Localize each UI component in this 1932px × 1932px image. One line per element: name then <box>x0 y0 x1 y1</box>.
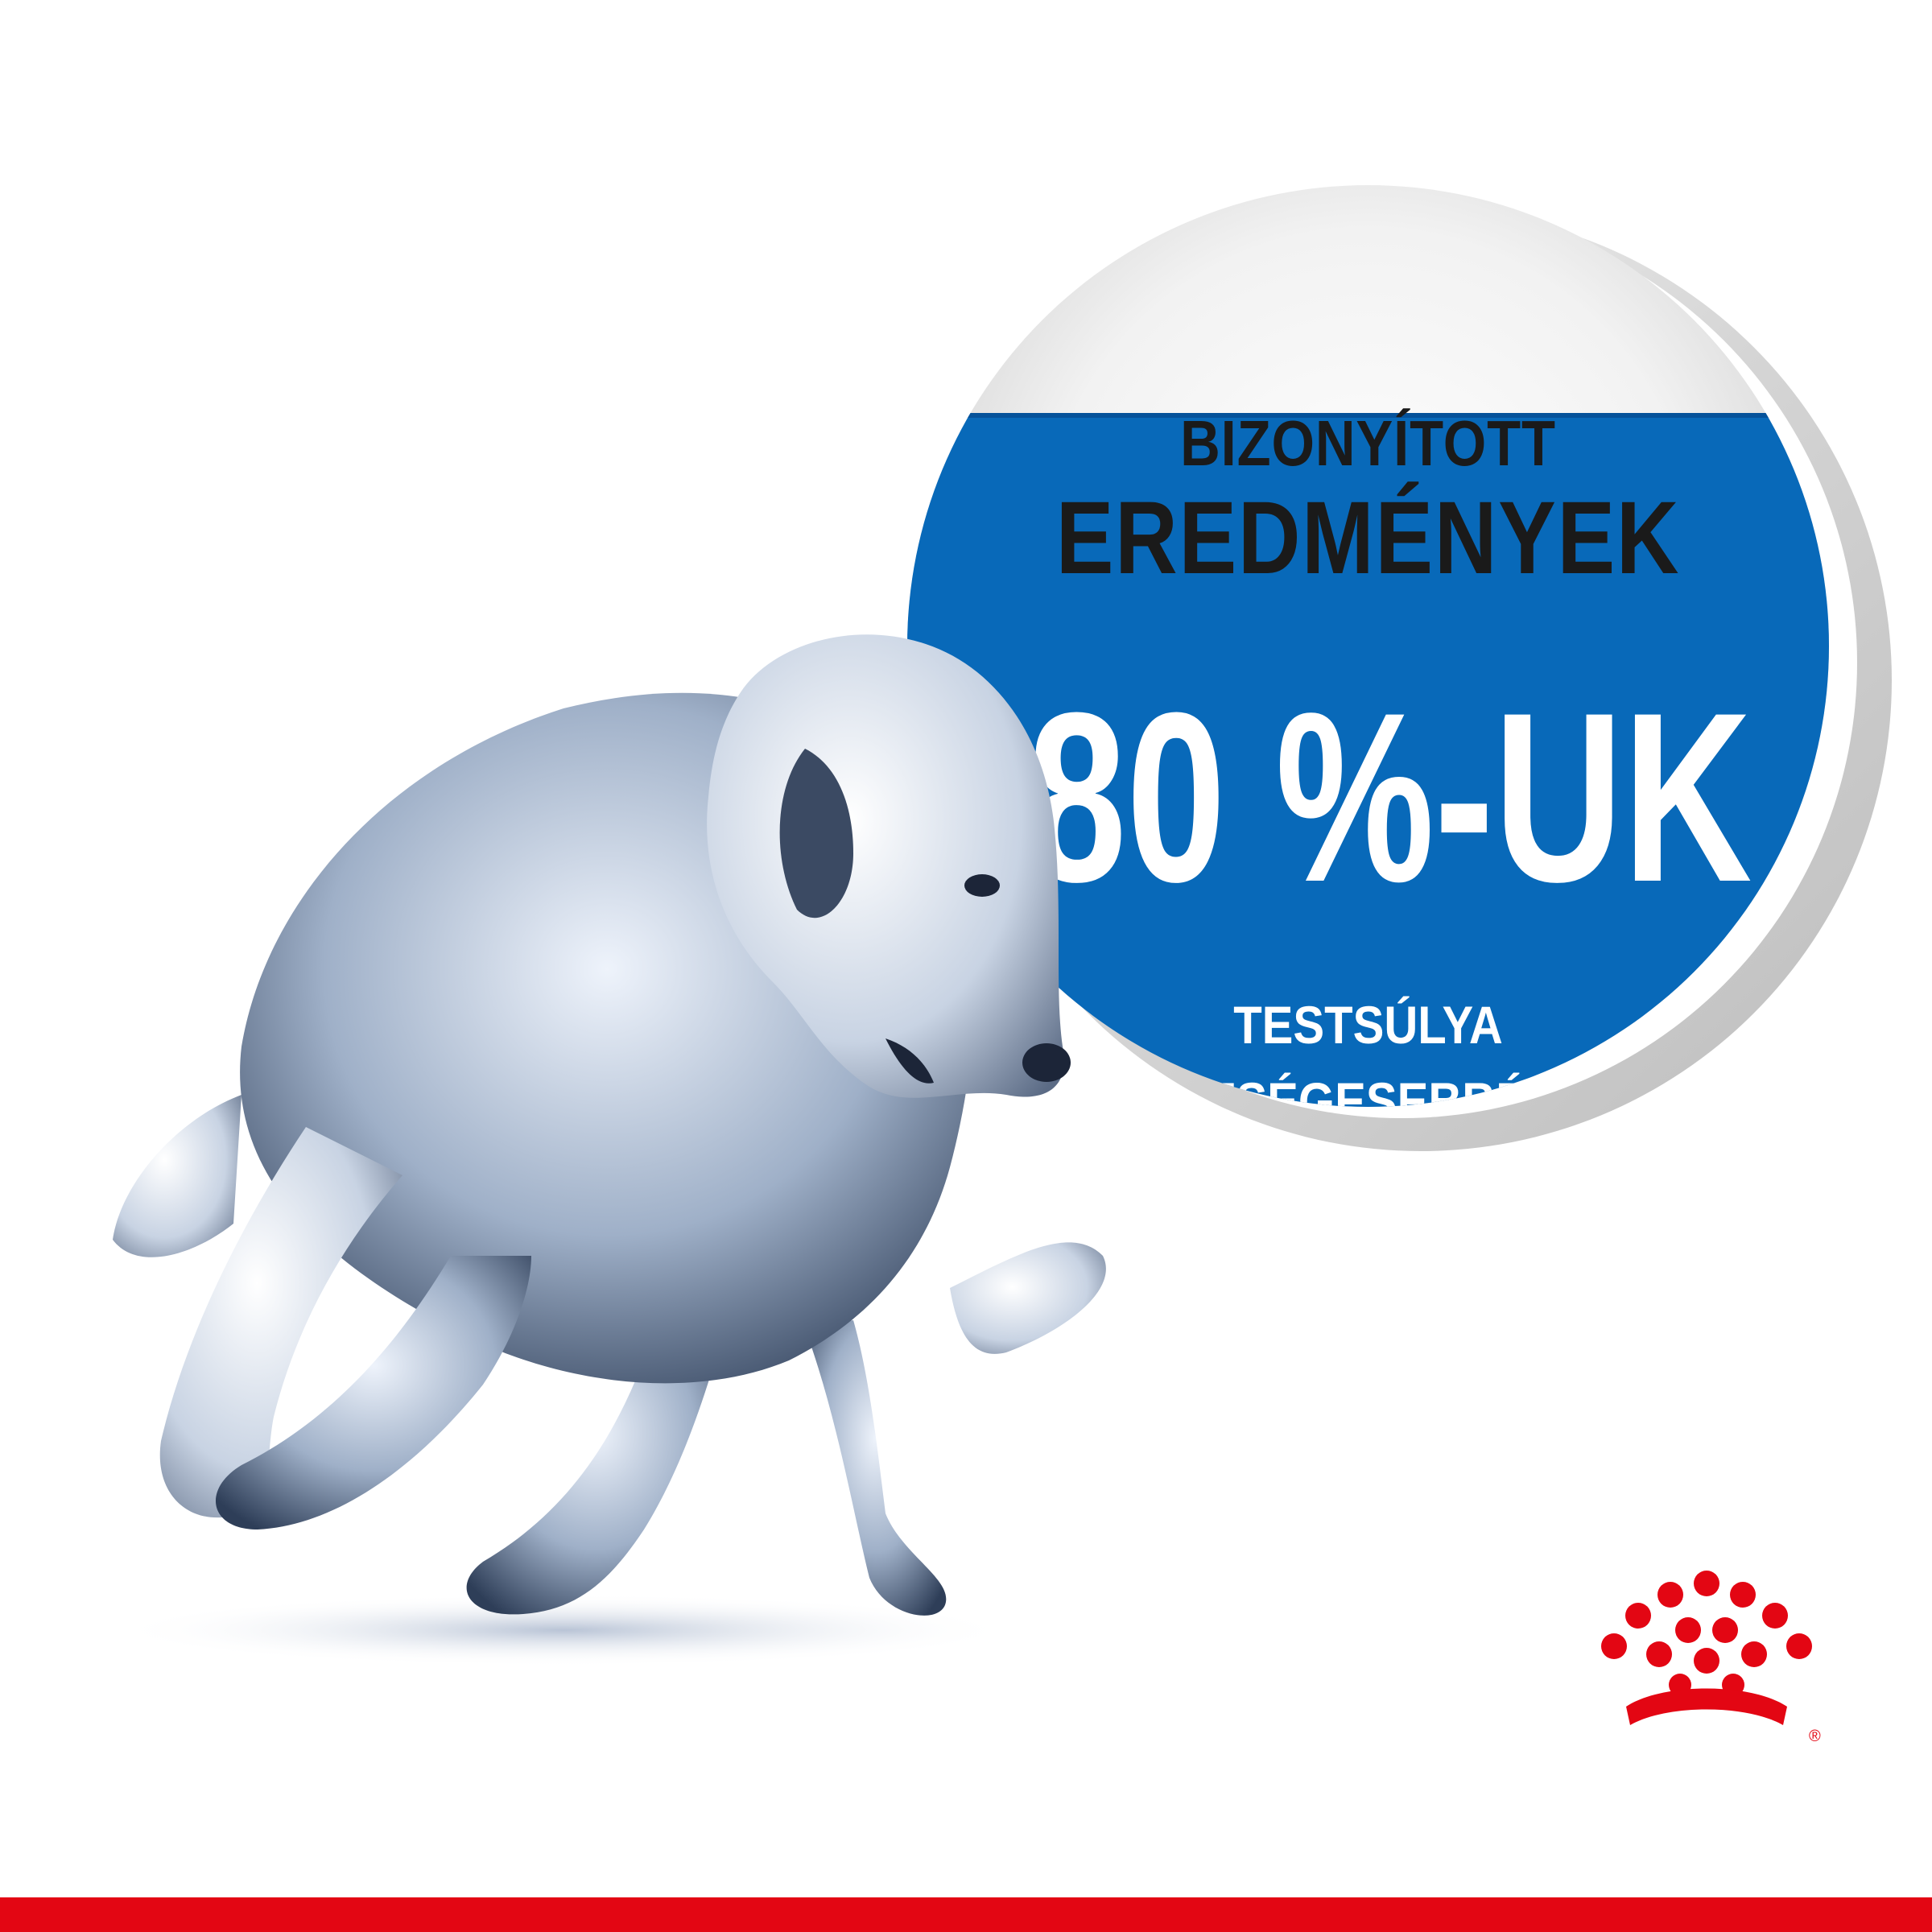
bottom-brand-bar <box>0 1897 1932 1932</box>
promo-canvas: BIZONYÍTOTT EREDMÉNYEK 80 %-UK TESTSÚLYA… <box>0 0 1932 1932</box>
brand-logo: ® <box>1590 1566 1823 1751</box>
royal-canin-crown-icon: ® <box>1601 1571 1821 1745</box>
registered-mark: ® <box>1809 1728 1821 1745</box>
